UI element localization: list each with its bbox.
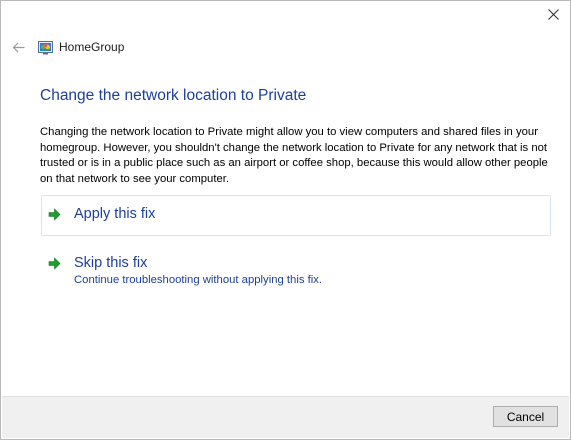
close-icon [547, 8, 559, 20]
footer-bar: Cancel [2, 396, 569, 438]
skip-fix-option[interactable]: Skip this fix Continue troubleshooting w… [41, 251, 551, 291]
window-title: HomeGroup [59, 40, 125, 54]
back-button[interactable] [9, 38, 27, 56]
apply-fix-text: Apply this fix [74, 205, 155, 223]
description-text: Changing the network location to Private… [40, 126, 548, 185]
apply-fix-option[interactable]: Apply this fix [41, 195, 551, 236]
back-arrow-icon [12, 42, 24, 52]
cancel-button[interactable]: Cancel [493, 406, 558, 427]
troubleshooter-window: HomeGroup Change the network location to… [0, 0, 571, 440]
close-button[interactable] [536, 1, 570, 27]
nav-bar: HomeGroup [9, 37, 124, 57]
homegroup-icon [38, 40, 53, 54]
page-heading: Change the network location to Private [40, 87, 307, 104]
apply-fix-label: Apply this fix [74, 206, 156, 222]
green-arrow-icon [48, 257, 61, 270]
skip-fix-label: Skip this fix [74, 255, 148, 271]
skip-fix-text: Skip this fix Continue troubleshooting w… [74, 254, 322, 288]
skip-fix-description: Continue troubleshooting without applyin… [74, 274, 323, 286]
green-arrow-icon [48, 208, 61, 221]
